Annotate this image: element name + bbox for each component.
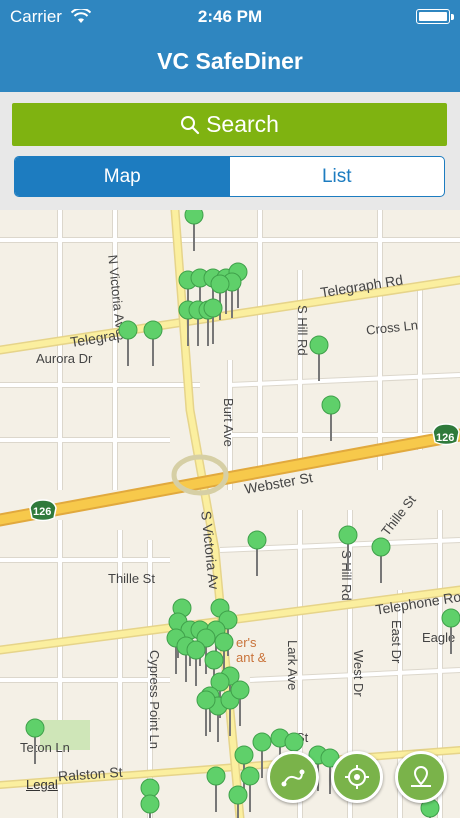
restaurant-pin[interactable] bbox=[321, 395, 341, 441]
search-button-label: Search bbox=[206, 111, 279, 137]
restaurant-pin[interactable] bbox=[441, 608, 460, 654]
restaurant-pin[interactable] bbox=[247, 530, 267, 576]
restaurant-pin[interactable] bbox=[228, 785, 248, 818]
restaurant-pin[interactable] bbox=[206, 766, 226, 812]
view-toggle: Map List bbox=[14, 156, 445, 197]
map-pin-icon bbox=[411, 765, 431, 787]
restaurant-pin[interactable] bbox=[371, 537, 391, 583]
search-icon bbox=[181, 115, 200, 134]
restaurant-pins bbox=[25, 210, 460, 818]
locate-icon bbox=[345, 765, 369, 789]
route-icon bbox=[281, 769, 305, 787]
tab-map[interactable]: Map bbox=[15, 157, 230, 196]
nav-bar: VC SafeDiner bbox=[0, 34, 460, 92]
locate-button[interactable] bbox=[331, 751, 383, 803]
clock: 2:46 PM bbox=[197, 7, 263, 26]
restaurant-pin[interactable] bbox=[140, 794, 160, 818]
page-title: VC SafeDiner bbox=[157, 48, 303, 74]
controls-panel: Search Map List bbox=[0, 92, 460, 210]
restaurant-pin[interactable] bbox=[184, 210, 204, 251]
status-bar: Carrier 2:46 PM bbox=[0, 0, 460, 34]
restaurant-pin[interactable] bbox=[203, 298, 223, 344]
restaurant-pin[interactable] bbox=[338, 525, 358, 571]
tab-list[interactable]: List bbox=[230, 157, 445, 196]
restaurant-pin[interactable] bbox=[309, 335, 329, 381]
restaurant-pin[interactable] bbox=[118, 320, 138, 366]
legal-link[interactable]: Legal bbox=[26, 777, 58, 792]
map-pin-button[interactable] bbox=[395, 751, 447, 803]
route-button[interactable] bbox=[267, 751, 319, 803]
search-button[interactable]: Search bbox=[12, 103, 447, 146]
map-view[interactable]: 126 126 Telegraph Rd Telegrap N Victoria… bbox=[0, 210, 460, 818]
restaurant-pin[interactable] bbox=[143, 320, 163, 366]
battery-icon bbox=[416, 9, 454, 24]
restaurant-pin[interactable] bbox=[25, 718, 45, 764]
